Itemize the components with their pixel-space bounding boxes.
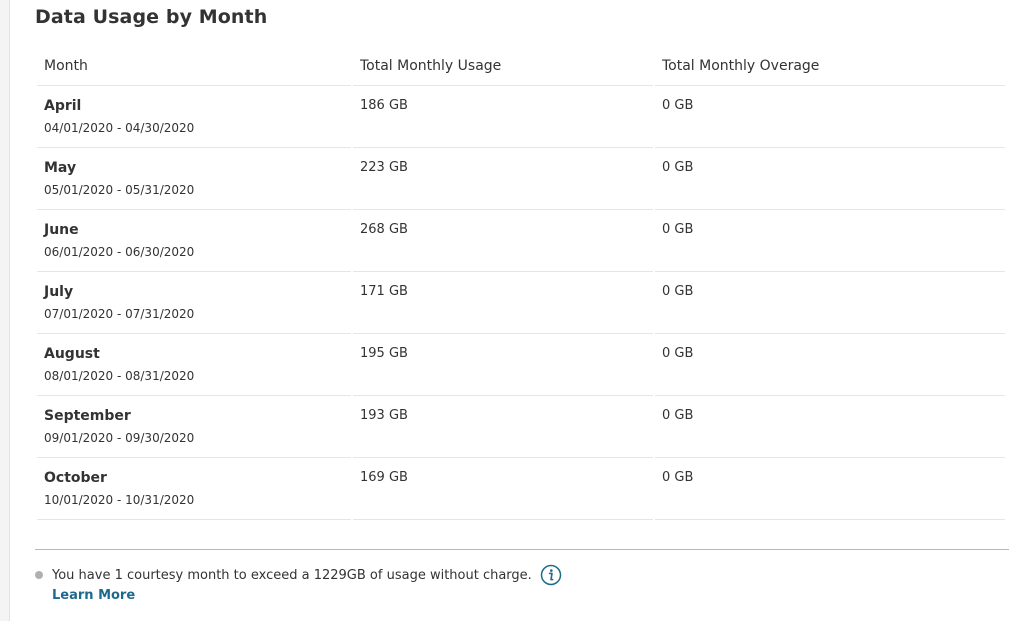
month-name: October	[44, 470, 107, 486]
month-date-range: 08/01/2020 - 08/31/2020	[44, 369, 195, 383]
table-row: July 07/01/2020 - 07/31/2020 171 GB 0 GB	[37, 272, 1005, 334]
overage-cell: 0 GB	[655, 272, 1005, 334]
month-name: September	[44, 408, 131, 424]
usage-value: 193 GB	[360, 408, 408, 423]
courtesy-note: You have 1 courtesy month to exceed a 12…	[35, 564, 562, 586]
month-cell: July 07/01/2020 - 07/31/2020	[37, 272, 351, 334]
usage-cell: 195 GB	[353, 334, 653, 396]
data-usage-card: Data Usage by Month Month Total Monthly …	[9, 0, 1033, 621]
overage-value: 0 GB	[662, 346, 694, 361]
bullet-icon	[35, 571, 43, 579]
overage-cell: 0 GB	[655, 458, 1005, 520]
month-date-range: 06/01/2020 - 06/30/2020	[44, 245, 195, 259]
month-name: April	[44, 98, 82, 114]
usage-cell: 223 GB	[353, 148, 653, 210]
overage-value: 0 GB	[662, 160, 694, 175]
overage-cell: 0 GB	[655, 86, 1005, 148]
table-row: April 04/01/2020 - 04/30/2020 186 GB 0 G…	[37, 86, 1005, 148]
month-name: June	[44, 222, 79, 238]
usage-cell: 169 GB	[353, 458, 653, 520]
column-header-usage: Total Monthly Usage	[353, 47, 653, 86]
table-row: June 06/01/2020 - 06/30/2020 268 GB 0 GB	[37, 210, 1005, 272]
column-header-overage: Total Monthly Overage	[655, 47, 1005, 86]
overage-value: 0 GB	[662, 284, 694, 299]
month-cell: May 05/01/2020 - 05/31/2020	[37, 148, 351, 210]
overage-value: 0 GB	[662, 222, 694, 237]
section-divider	[35, 549, 1009, 550]
month-cell: June 06/01/2020 - 06/30/2020	[37, 210, 351, 272]
overage-value: 0 GB	[662, 98, 694, 113]
month-cell: August 08/01/2020 - 08/31/2020	[37, 334, 351, 396]
table-row: September 09/01/2020 - 09/30/2020 193 GB…	[37, 396, 1005, 458]
learn-more-link[interactable]: Learn More	[52, 588, 135, 603]
usage-value: 186 GB	[360, 98, 408, 113]
month-cell: April 04/01/2020 - 04/30/2020	[37, 86, 351, 148]
usage-cell: 186 GB	[353, 86, 653, 148]
courtesy-note-text: You have 1 courtesy month to exceed a 12…	[52, 567, 532, 583]
column-header-month: Month	[37, 47, 351, 86]
overage-value: 0 GB	[662, 408, 694, 423]
month-name: August	[44, 346, 100, 362]
month-name: July	[44, 284, 74, 300]
overage-cell: 0 GB	[655, 148, 1005, 210]
month-date-range: 04/01/2020 - 04/30/2020	[44, 121, 195, 135]
table-header-row: Month Total Monthly Usage Total Monthly …	[37, 47, 1005, 86]
overage-cell: 0 GB	[655, 396, 1005, 458]
usage-cell: 193 GB	[353, 396, 653, 458]
table-row: October 10/01/2020 - 10/31/2020 169 GB 0…	[37, 458, 1005, 520]
usage-value: 169 GB	[360, 470, 408, 485]
month-date-range: 09/01/2020 - 09/30/2020	[44, 431, 195, 445]
usage-value: 171 GB	[360, 284, 408, 299]
info-icon[interactable]	[540, 564, 562, 586]
usage-cell: 171 GB	[353, 272, 653, 334]
table-row: August 08/01/2020 - 08/31/2020 195 GB 0 …	[37, 334, 1005, 396]
month-date-range: 10/01/2020 - 10/31/2020	[44, 493, 195, 507]
month-cell: October 10/01/2020 - 10/31/2020	[37, 458, 351, 520]
usage-value: 223 GB	[360, 160, 408, 175]
month-name: May	[44, 160, 77, 176]
overage-value: 0 GB	[662, 470, 694, 485]
overage-cell: 0 GB	[655, 334, 1005, 396]
overage-cell: 0 GB	[655, 210, 1005, 272]
usage-value: 195 GB	[360, 346, 408, 361]
usage-cell: 268 GB	[353, 210, 653, 272]
month-date-range: 05/01/2020 - 05/31/2020	[44, 183, 195, 197]
usage-table: Month Total Monthly Usage Total Monthly …	[35, 47, 1007, 520]
table-row: May 05/01/2020 - 05/31/2020 223 GB 0 GB	[37, 148, 1005, 210]
usage-value: 268 GB	[360, 222, 408, 237]
month-cell: September 09/01/2020 - 09/30/2020	[37, 396, 351, 458]
month-date-range: 07/01/2020 - 07/31/2020	[44, 307, 195, 321]
page-title: Data Usage by Month	[35, 6, 268, 28]
